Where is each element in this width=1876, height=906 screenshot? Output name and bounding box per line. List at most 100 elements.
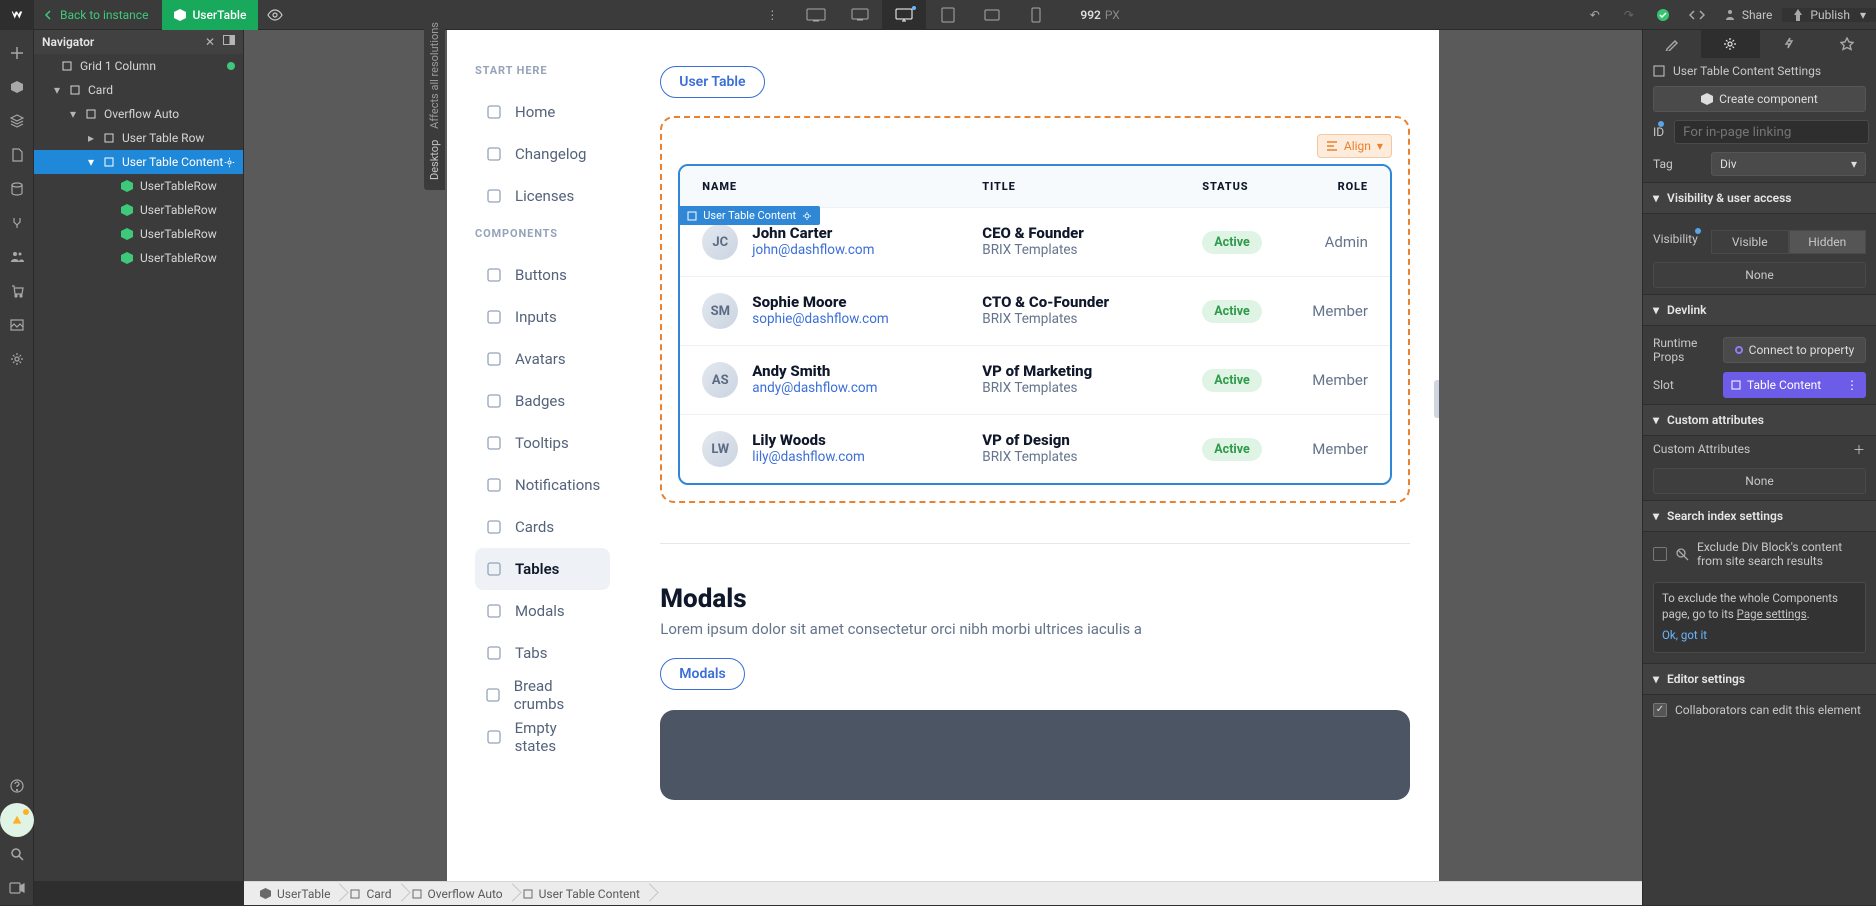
visibility-visible[interactable]: Visible (1711, 230, 1789, 254)
tag-select[interactable]: Div▾ (1711, 152, 1866, 176)
code-icon[interactable] (1680, 0, 1714, 30)
ecommerce-icon[interactable] (0, 274, 34, 308)
person-email[interactable]: andy@dashflow.com (752, 380, 877, 398)
search-icon[interactable] (0, 837, 34, 871)
sidebar-item[interactable]: Inputs (475, 296, 610, 338)
share-button[interactable]: Share (1714, 8, 1783, 22)
settings-icon[interactable] (0, 342, 34, 376)
canvas[interactable]: START HEREHomeChangelogLicensesCOMPONENT… (447, 30, 1439, 881)
sidebar-item[interactable]: Cards (475, 506, 610, 548)
section-devlink[interactable]: ▾Devlink (1643, 294, 1876, 326)
users-icon[interactable] (0, 240, 34, 274)
visibility-hidden[interactable]: Hidden (1789, 230, 1867, 254)
component-name-tab[interactable]: UserTable (162, 0, 258, 30)
nav-item[interactable]: Grid 1 Column (34, 54, 243, 78)
slot-value[interactable]: Table Content ⋮ (1723, 372, 1866, 398)
sidebar-item[interactable]: Avatars (475, 338, 610, 380)
section-editor-settings[interactable]: ▾Editor settings (1643, 663, 1876, 695)
sidebar-item[interactable]: Badges (475, 380, 610, 422)
connect-property-button[interactable]: Connect to property (1723, 337, 1866, 363)
sidebar-item[interactable]: Notifications (475, 464, 610, 506)
sidebar-item[interactable]: Tables (475, 548, 610, 590)
help-icon[interactable] (0, 769, 34, 803)
pages-icon[interactable] (0, 138, 34, 172)
tab-effects-icon[interactable] (1818, 30, 1876, 58)
device-tablet-icon[interactable] (926, 0, 970, 30)
id-input[interactable] (1674, 120, 1869, 144)
components-icon[interactable] (0, 70, 34, 104)
visibility-none[interactable]: None (1653, 262, 1866, 288)
resize-handle[interactable] (1434, 380, 1439, 418)
sidebar-item[interactable]: Home (475, 91, 610, 133)
nav-item[interactable]: ▾Card (34, 78, 243, 102)
nav-item[interactable]: ▸User Table Row (34, 126, 243, 150)
sidebar-item[interactable]: Bread crumbs (475, 674, 610, 716)
redo-icon[interactable]: ↷ (1612, 0, 1646, 30)
webflow-logo-icon[interactable] (0, 0, 34, 30)
person-email[interactable]: john@dashflow.com (752, 242, 874, 260)
person-email[interactable]: lily@dashflow.com (752, 449, 865, 467)
collaborators-checkbox[interactable]: ✓ (1653, 703, 1667, 717)
page-settings-link[interactable]: Page settings (1737, 607, 1807, 621)
add-attribute-icon[interactable]: ＋ (1852, 442, 1866, 456)
sidebar-item[interactable]: Buttons (475, 254, 610, 296)
more-icon[interactable]: ⋮ (750, 0, 794, 30)
sidebar-item[interactable]: Changelog (475, 133, 610, 175)
assets-icon[interactable] (0, 308, 34, 342)
selection-tag[interactable]: User Table Content (679, 206, 820, 225)
device-desktop-icon[interactable] (882, 0, 926, 30)
person-org: BRIX Templates (982, 449, 1202, 467)
status-ok-icon[interactable] (1646, 0, 1680, 30)
align-button[interactable]: Align ▾ (1317, 134, 1392, 158)
exclude-search-checkbox[interactable] (1653, 547, 1667, 561)
section-visibility[interactable]: ▾Visibility & user access (1643, 182, 1876, 214)
modals-pill[interactable]: Modals (660, 658, 744, 690)
publish-button[interactable]: Publish▾ (1782, 8, 1876, 22)
sidebar-item[interactable]: Tabs (475, 632, 610, 674)
create-component-label: Create component (1719, 92, 1818, 106)
breadcrumb-item[interactable]: Overflow Auto (402, 882, 513, 906)
nav-item[interactable]: UserTableRow (34, 174, 243, 198)
person-email[interactable]: sophie@dashflow.com (752, 311, 888, 329)
section-search-index[interactable]: ▾Search index settings (1643, 500, 1876, 532)
table-row[interactable]: LWLily Woodslily@dashflow.comVP of Desig… (680, 414, 1390, 483)
device-mobile-icon[interactable] (1014, 0, 1058, 30)
table-row[interactable]: SMSophie Mooresophie@dashflow.comCTO & C… (680, 276, 1390, 345)
back-to-instance-link[interactable]: Back to instance (34, 0, 162, 30)
nav-item[interactable]: UserTableRow (34, 222, 243, 246)
usertable-pill[interactable]: User Table (660, 66, 764, 98)
layers-icon[interactable] (0, 104, 34, 138)
sidebar-item[interactable]: Empty states (475, 716, 610, 758)
nav-item[interactable]: ▾Overflow Auto (34, 102, 243, 126)
create-component-button[interactable]: Create component (1653, 86, 1866, 112)
sidebar-item[interactable]: Tooltips (475, 422, 610, 464)
tab-settings-icon[interactable] (1701, 30, 1759, 58)
nav-item[interactable]: UserTableRow (34, 198, 243, 222)
tab-style-icon[interactable] (1643, 30, 1701, 58)
device-lg-icon[interactable] (838, 0, 882, 30)
collaborators-row[interactable]: ✓ Collaborators can edit this element (1643, 695, 1876, 725)
sidebar-item[interactable]: Modals (475, 590, 610, 632)
cms-icon[interactable] (0, 172, 34, 206)
exclude-search-row[interactable]: Exclude Div Block's content from site se… (1643, 532, 1876, 576)
add-icon[interactable] (0, 36, 34, 70)
navigator-close-icon[interactable]: ✕ (205, 35, 215, 49)
device-landscape-icon[interactable] (970, 0, 1014, 30)
undo-icon[interactable]: ↶ (1578, 0, 1612, 30)
nav-item[interactable]: UserTableRow (34, 246, 243, 270)
logic-icon[interactable] (0, 206, 34, 240)
breadcrumb-item[interactable]: Card (340, 882, 401, 906)
sidebar-item[interactable]: Licenses (475, 175, 610, 217)
navigator-dock-icon[interactable] (223, 35, 235, 49)
section-custom-attributes[interactable]: ▾Custom attributes (1643, 404, 1876, 436)
table-row[interactable]: ASAndy Smithandy@dashflow.comVP of Marke… (680, 345, 1390, 414)
audit-icon[interactable] (0, 803, 34, 837)
device-xl-icon[interactable] (794, 0, 838, 30)
nav-item[interactable]: ▾User Table Content (34, 150, 243, 174)
ok-got-it-link[interactable]: Ok, got it (1662, 628, 1707, 644)
video-icon[interactable] (0, 871, 34, 905)
breadcrumb-item[interactable]: User Table Content (513, 882, 650, 906)
tab-interactions-icon[interactable] (1760, 30, 1818, 58)
breadcrumb-item[interactable]: UserTable (250, 882, 340, 906)
preview-icon[interactable] (258, 9, 292, 21)
